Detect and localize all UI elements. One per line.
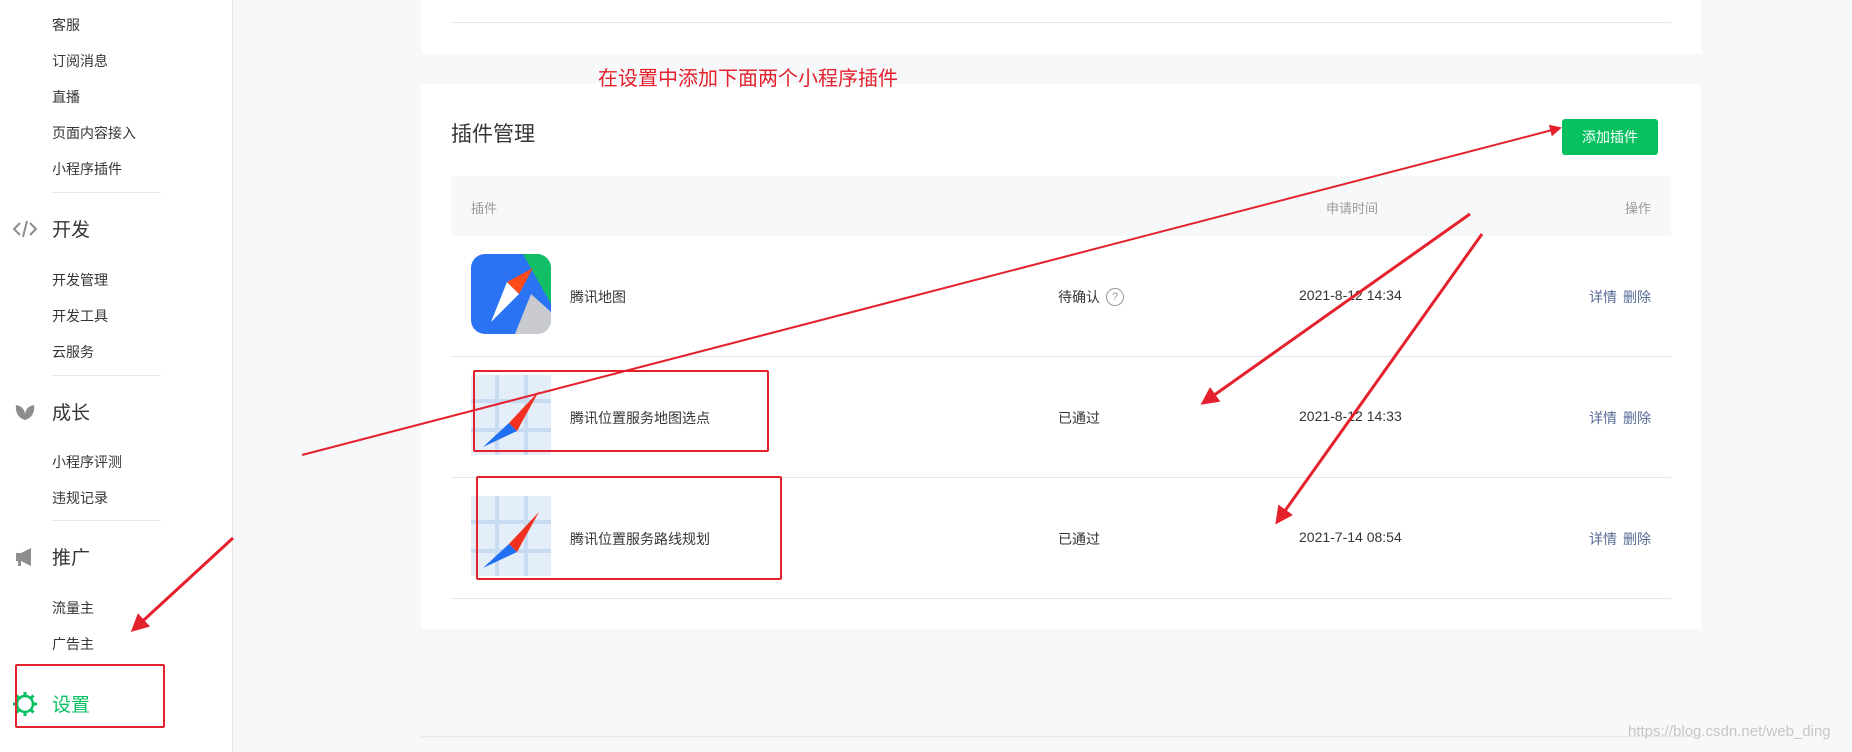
status-text: 已通过 (1058, 531, 1100, 547)
table-row: 腾讯地图 待确认 ? 2021-8-12 14:34 详情 删除 (451, 236, 1671, 357)
leaf-icon (12, 399, 38, 425)
status-text: 已通过 (1058, 410, 1100, 426)
sidebar-group-dev[interactable]: 开发 (12, 215, 90, 242)
sidebar: 客服 订阅消息 直播 页面内容接入 小程序插件 开发 开发管理 开发工具 云服务… (0, 0, 233, 752)
tencent-map-icon (471, 254, 551, 334)
detail-link[interactable]: 详情 (1589, 289, 1617, 305)
divider (52, 192, 161, 193)
apply-time: 2021-7-14 08:54 (1299, 529, 1402, 545)
code-icon (12, 216, 38, 242)
sidebar-item-live[interactable]: 直播 (52, 87, 80, 107)
sidebar-item-dev-tools[interactable]: 开发工具 (52, 306, 108, 326)
plugin-name: 腾讯地图 (570, 289, 626, 305)
table-header: 插件 申请时间 操作 (451, 176, 1671, 236)
sidebar-item-customer-service[interactable]: 客服 (52, 15, 80, 35)
annotation-text: 在设置中添加下面两个小程序插件 (598, 68, 898, 90)
row-actions: 详情 删除 (1583, 529, 1651, 549)
sidebar-item-page-content[interactable]: 页面内容接入 (52, 123, 136, 143)
sidebar-item-cloud[interactable]: 云服务 (52, 342, 94, 362)
sidebar-item-advertiser[interactable]: 广告主 (52, 634, 94, 654)
sidebar-item-violations[interactable]: 违规记录 (52, 488, 108, 508)
row-actions: 详情 删除 (1583, 408, 1651, 428)
header-ops: 操作 (1624, 201, 1651, 216)
sidebar-item-evaluation[interactable]: 小程序评测 (52, 452, 122, 472)
sidebar-item-traffic-owner[interactable]: 流量主 (52, 598, 94, 618)
sidebar-group-label: 开发 (52, 220, 91, 241)
status-text: 待确认 (1058, 289, 1100, 305)
plugin-status: 待确认 ? (1058, 287, 1124, 307)
sidebar-item-subscribe-message[interactable]: 订阅消息 (52, 51, 108, 71)
divider (52, 520, 161, 521)
detail-link[interactable]: 详情 (1589, 410, 1617, 426)
add-plugin-button[interactable]: 添加插件 (1562, 119, 1658, 155)
watermark: https://blog.csdn.net/web_ding (1628, 723, 1831, 740)
sidebar-group-label: 推广 (52, 548, 91, 569)
sidebar-group-promo[interactable]: 推广 (12, 543, 90, 570)
header-time: 申请时间 (1326, 201, 1379, 216)
delete-link[interactable]: 删除 (1623, 410, 1651, 426)
sidebar-item-dev-manage[interactable]: 开发管理 (52, 270, 108, 290)
row-actions: 详情 删除 (1583, 287, 1651, 307)
annotation-box-plugin-2 (476, 476, 782, 580)
previous-section-card (421, 0, 1701, 54)
annotation-box-plugin-1 (473, 370, 769, 452)
page-title: 插件管理 (451, 123, 535, 146)
sidebar-item-mini-plugins[interactable]: 小程序插件 (52, 159, 122, 179)
sidebar-group-growth[interactable]: 成长 (12, 398, 90, 425)
divider (421, 736, 1701, 737)
delete-link[interactable]: 删除 (1623, 289, 1651, 305)
plugin-status: 已通过 (1058, 408, 1100, 428)
divider (451, 22, 1671, 23)
apply-time: 2021-8-12 14:34 (1299, 287, 1402, 303)
delete-link[interactable]: 删除 (1623, 531, 1651, 547)
plugin-status: 已通过 (1058, 529, 1100, 549)
apply-time: 2021-8-12 14:33 (1299, 408, 1402, 424)
divider (52, 375, 161, 376)
detail-link[interactable]: 详情 (1589, 531, 1617, 547)
megaphone-icon (12, 544, 38, 570)
header-plugin: 插件 (471, 201, 498, 216)
annotation-box-settings (15, 664, 165, 728)
sidebar-group-label: 成长 (52, 403, 91, 424)
help-icon[interactable]: ? (1106, 288, 1124, 306)
